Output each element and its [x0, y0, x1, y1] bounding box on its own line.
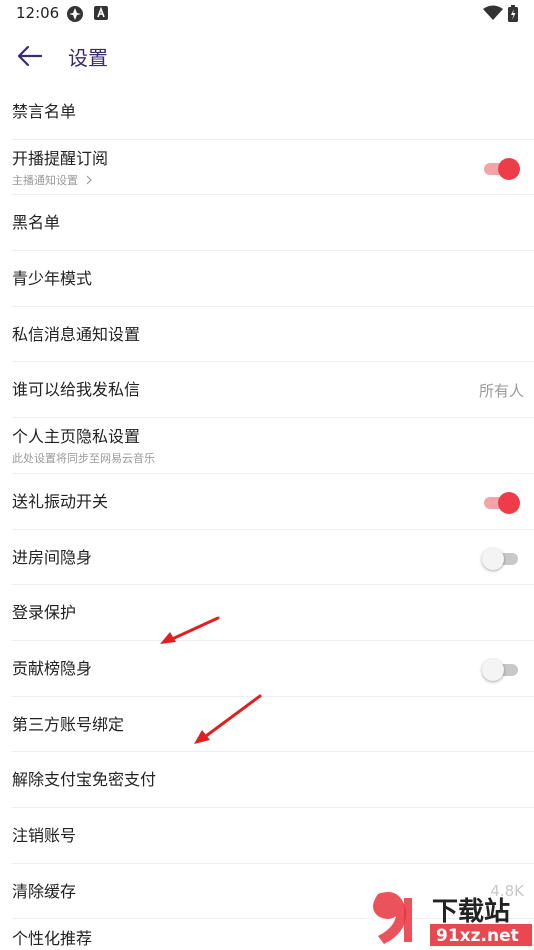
setting-label: 禁言名单	[12, 102, 77, 121]
back-button[interactable]	[10, 36, 50, 76]
svg-text:下载站: 下载站	[432, 897, 510, 927]
streamer-notification-link[interactable]: 主播通知设置	[12, 174, 93, 188]
back-arrow-icon	[17, 45, 43, 67]
app-bar: 设置	[0, 28, 534, 84]
setting-alipay-unbind[interactable]: 解除支付宝免密支付	[12, 752, 534, 808]
setting-label: 贡献榜隐身	[12, 658, 93, 678]
setting-label: 登录保护	[12, 603, 77, 623]
status-bar: 12:06	[0, 0, 534, 28]
chevron-right-icon	[86, 175, 92, 185]
setting-label: 清除缓存	[12, 881, 77, 901]
setting-blacklist[interactable]: 黑名单	[12, 195, 534, 252]
setting-label: 解除支付宝免密支付	[12, 770, 157, 790]
setting-label: 谁可以给我发私信	[12, 380, 141, 400]
setting-label: 个性化推荐	[12, 929, 93, 949]
setting-live-reminder[interactable]: 开播提醒订阅 主播通知设置	[12, 140, 534, 196]
setting-label: 注销账号	[12, 825, 77, 845]
live-reminder-toggle[interactable]	[482, 157, 520, 180]
annotation-arrow-icon	[194, 694, 262, 744]
status-time: 12:06	[16, 4, 60, 22]
app-notification-icon	[94, 5, 108, 25]
setting-delete-account[interactable]: 注销账号	[12, 808, 534, 864]
setting-label: 第三方账号绑定	[12, 714, 125, 734]
setting-rank-invisible[interactable]: 贡献榜隐身	[12, 641, 534, 697]
setting-label: 开播提醒订阅	[12, 148, 109, 168]
setting-label: 进房间隐身	[12, 547, 93, 567]
sync-icon	[66, 5, 84, 27]
gift-vibration-toggle[interactable]	[482, 491, 520, 514]
setting-label: 送礼振动开关	[12, 491, 109, 511]
setting-label: 私信消息通知设置	[12, 324, 141, 344]
invisible-entry-toggle[interactable]	[482, 547, 520, 570]
setting-teen-mode[interactable]: 青少年模式	[12, 251, 534, 307]
setting-mute-list[interactable]: 禁言名单	[12, 84, 534, 140]
wifi-icon	[483, 5, 503, 25]
battery-icon	[508, 5, 518, 26]
settings-list: 禁言名单 开播提醒订阅 主播通知设置 黑名单 青少年模式 私信消息通知设置 谁可…	[0, 84, 534, 950]
setting-sublabel: 主播通知设置	[12, 173, 78, 187]
setting-dm-permission[interactable]: 谁可以给我发私信 所有人	[12, 362, 534, 419]
setting-login-protection[interactable]: 登录保护	[12, 585, 534, 641]
setting-sublabel: 此处设置将同步至网易云音乐	[12, 452, 155, 466]
setting-gift-vibration[interactable]: 送礼振动开关	[12, 474, 534, 530]
setting-profile-privacy[interactable]: 个人主页隐私设置 此处设置将同步至网易云音乐	[12, 418, 534, 474]
setting-third-party-binding[interactable]: 第三方账号绑定	[12, 697, 534, 753]
setting-label: 个人主页隐私设置	[12, 427, 141, 447]
setting-invisible-entry[interactable]: 进房间隐身	[12, 530, 534, 586]
setting-dm-notification[interactable]: 私信消息通知设置	[12, 307, 534, 363]
setting-value: 所有人	[478, 382, 524, 401]
page-title: 设置	[68, 46, 108, 70]
setting-label: 青少年模式	[12, 269, 93, 289]
watermark-logo: 下载站 91xz.net	[360, 880, 534, 950]
rank-invisible-toggle[interactable]	[482, 658, 520, 681]
svg-text:91xz.net: 91xz.net	[436, 926, 519, 946]
annotation-arrow-icon	[160, 616, 220, 644]
setting-label: 黑名单	[12, 213, 61, 233]
